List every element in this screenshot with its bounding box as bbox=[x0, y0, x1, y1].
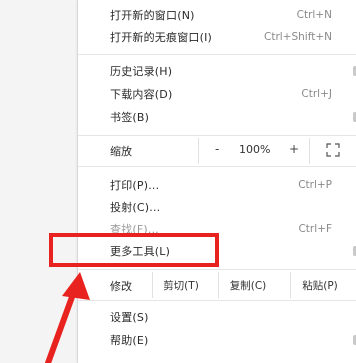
menu-separator bbox=[78, 269, 356, 270]
zoom-label: 缩放 bbox=[110, 145, 132, 158]
zoom-out-button[interactable]: - bbox=[215, 142, 219, 156]
edit-label: 修改 bbox=[110, 280, 132, 293]
zoom-row: 缩放 - 100% + bbox=[78, 138, 356, 164]
menu-item-label: 历史记录(H) bbox=[110, 65, 173, 78]
menu-item-label: 设置(S) bbox=[110, 311, 149, 324]
menu-separator bbox=[78, 54, 356, 55]
menu-item-shortcut: Ctrl+J bbox=[301, 88, 332, 100]
zoom-controls: - 100% + bbox=[198, 138, 310, 164]
menu-item-downloads[interactable]: 下载内容(D) Ctrl+J bbox=[78, 83, 356, 105]
menu-item-new-window[interactable]: 打开新的窗口(N) Ctrl+N bbox=[78, 4, 356, 26]
edit-row: 修改 剪切(T) 复制(C) 粘贴(P) bbox=[78, 272, 356, 298]
paste-button[interactable]: 粘贴(P) bbox=[290, 272, 349, 298]
menu-item-cast[interactable]: 投射(C)... bbox=[78, 196, 356, 218]
menu-item-label: 打开新的无痕窗口(I) bbox=[110, 31, 213, 44]
highlight-box bbox=[49, 233, 219, 267]
menu-item-shortcut: Ctrl+Shift+N bbox=[264, 31, 332, 43]
menu-item-bookmarks[interactable]: 书签(B) bbox=[78, 106, 356, 128]
menu-item-print[interactable]: 打印(P)... Ctrl+P bbox=[78, 174, 356, 196]
zoom-level: 100% bbox=[239, 143, 271, 156]
cut-button[interactable]: 剪切(T) bbox=[152, 272, 209, 298]
menu-item-label: 投射(C)... bbox=[110, 201, 161, 214]
menu-item-label: 下载内容(D) bbox=[110, 88, 173, 101]
menu-item-label: 打印(P)... bbox=[110, 179, 160, 192]
menu-item-label: 帮助(E) bbox=[110, 334, 149, 347]
menu-item-shortcut: Ctrl+P bbox=[298, 179, 332, 191]
menu-item-shortcut: Ctrl+N bbox=[296, 9, 332, 21]
menu-item-history[interactable]: 历史记录(H) bbox=[78, 60, 356, 82]
menu-separator bbox=[78, 166, 356, 167]
menu-separator bbox=[78, 300, 356, 301]
menu-separator bbox=[78, 135, 356, 136]
menu-item-settings[interactable]: 设置(S) bbox=[78, 306, 356, 328]
browser-main-menu: 打开新的窗口(N) Ctrl+N 打开新的无痕窗口(I) Ctrl+Shift+… bbox=[78, 0, 356, 363]
copy-button[interactable]: 复制(C) bbox=[218, 272, 277, 298]
menu-item-new-incognito-window[interactable]: 打开新的无痕窗口(I) Ctrl+Shift+N bbox=[78, 26, 356, 48]
menu-item-help[interactable]: 帮助(E) bbox=[78, 329, 356, 351]
menu-item-label: 打开新的窗口(N) bbox=[110, 9, 195, 22]
fullscreen-icon[interactable] bbox=[326, 143, 340, 157]
menu-item-shortcut: Ctrl+F bbox=[298, 223, 332, 235]
zoom-in-button[interactable]: + bbox=[289, 142, 299, 156]
page-background bbox=[0, 0, 78, 363]
menu-item-label: 书签(B) bbox=[110, 111, 150, 124]
